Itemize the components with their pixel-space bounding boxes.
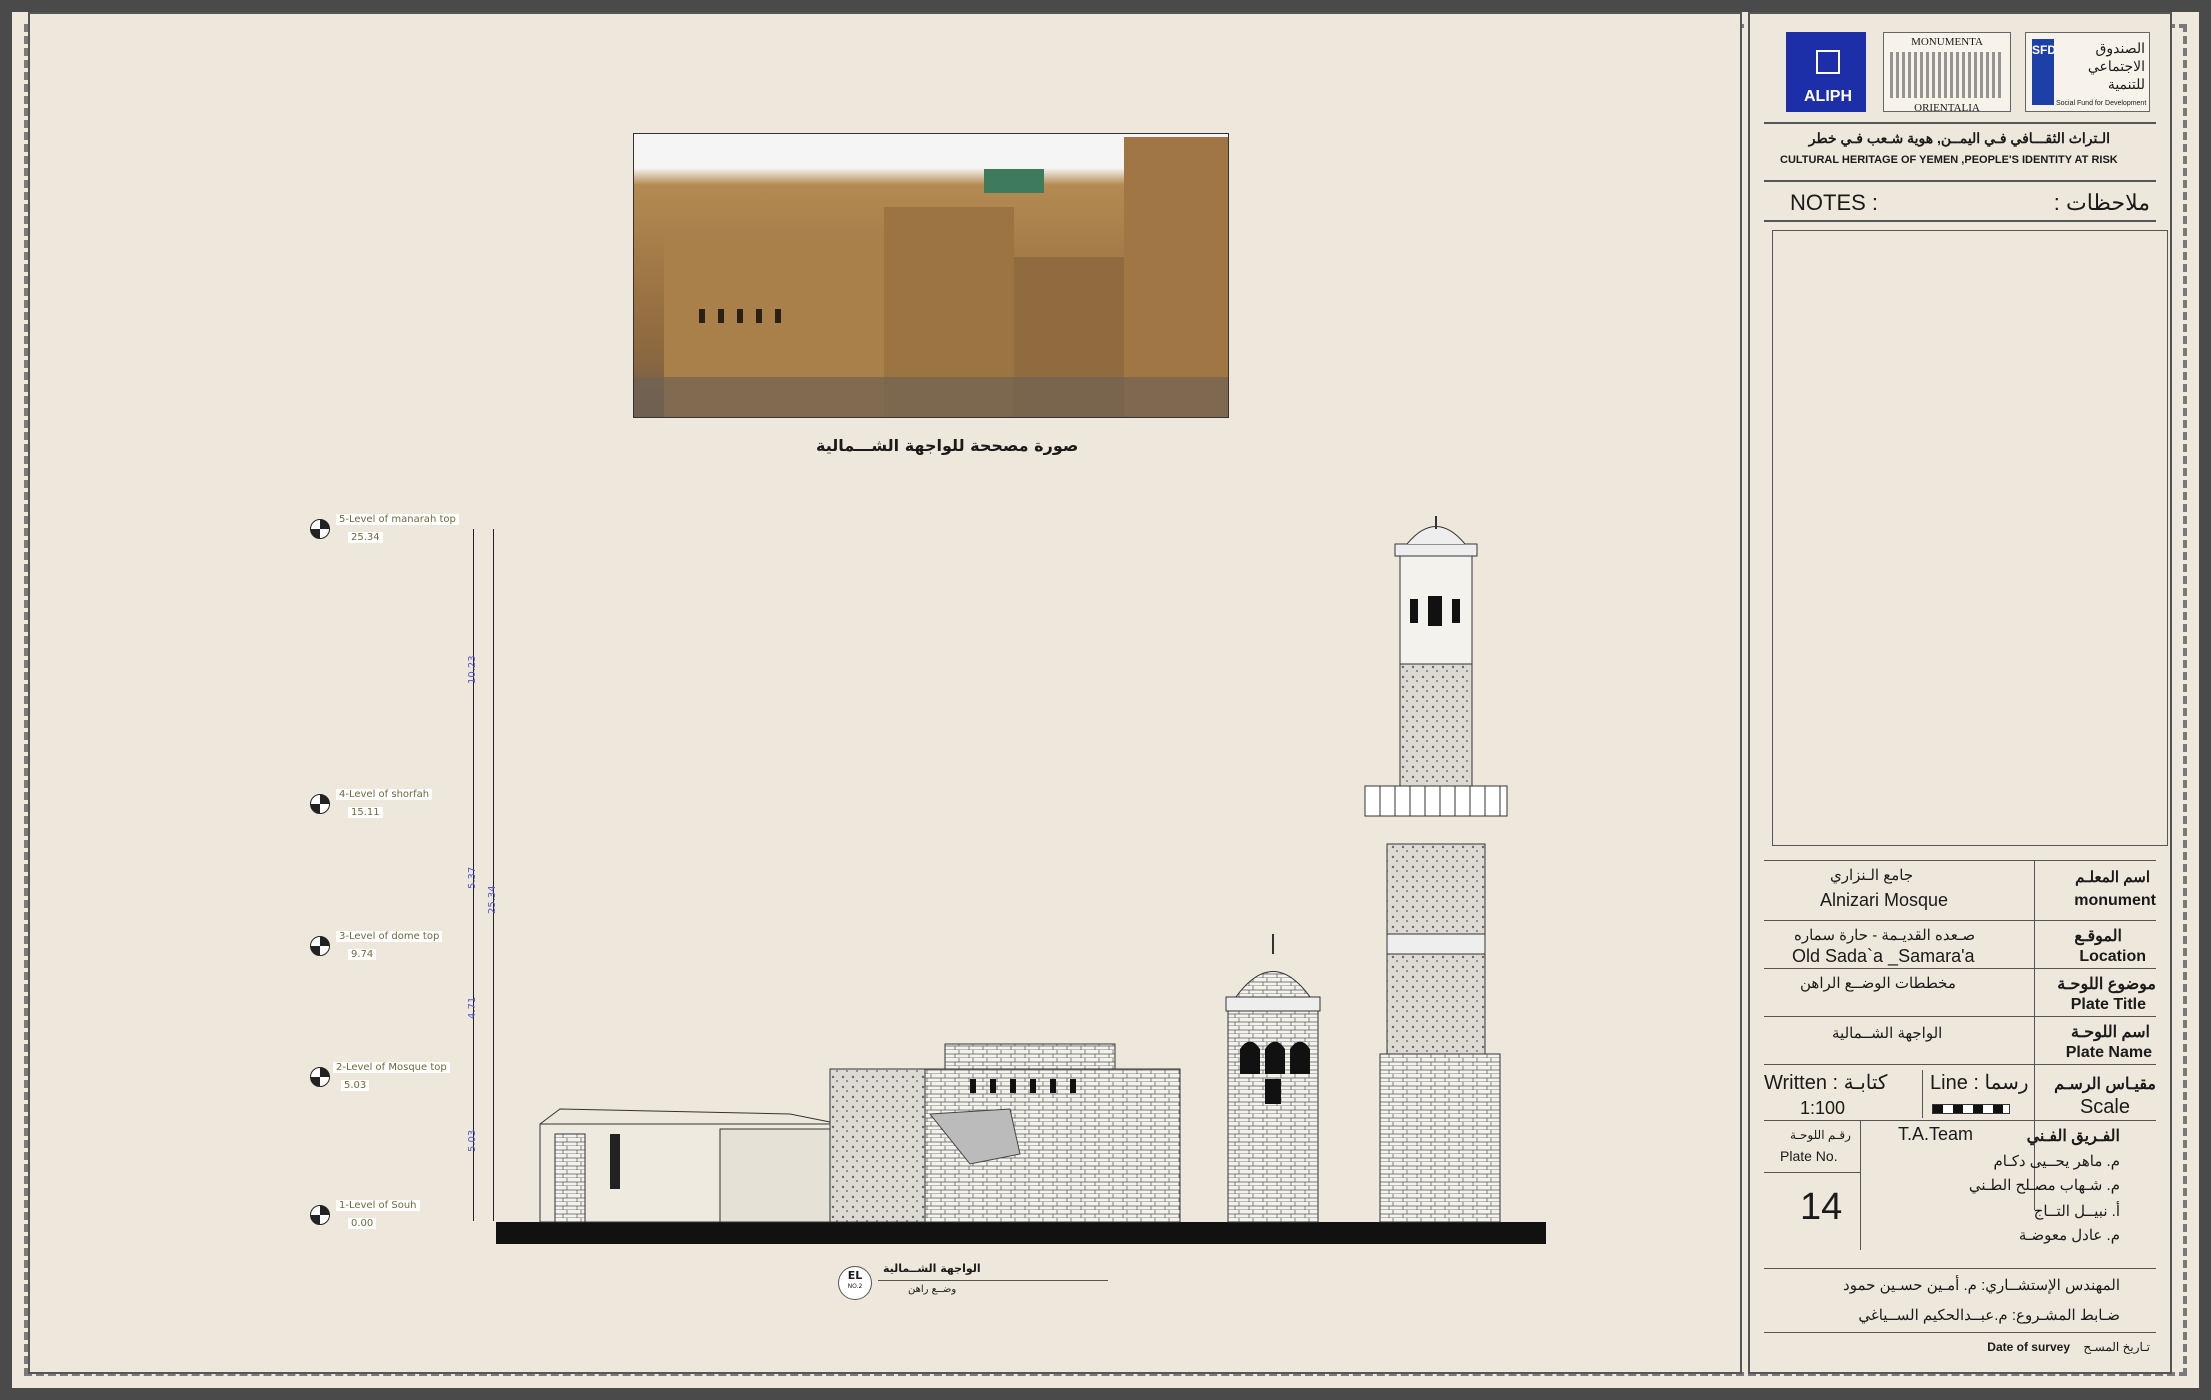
drawing-sheet: صورة مصححة للواجهة الشـــمالية 5-Level o… [28, 12, 1742, 1374]
monument-label-ar: اسم المعلـم [2075, 869, 2150, 886]
plate-name-label-ar: اسم اللوحـة [2071, 1024, 2150, 1041]
plate-number: 14 [1800, 1186, 1843, 1228]
monumenta-logo-top: MONUMENTA [1911, 36, 1983, 48]
team-member-4: م. عادل معوضـة [2018, 1227, 2120, 1244]
survey-date-label-ar: تـاريخ المسـح [2083, 1340, 2150, 1354]
team-member-3: أ. نبيــل التــاج [2033, 1203, 2120, 1220]
team-member-1: م. ماهر يحــيى دكـام [1993, 1153, 2121, 1170]
plate-title-label-en: Plate Title [2070, 996, 2146, 1013]
photo-green-roof [984, 169, 1044, 193]
plate-title-label-ar: موضوع اللوحـة [2057, 976, 2156, 993]
plate-title-value-ar: مخططات الوضــع الراهن [1800, 975, 1956, 992]
rectified-photo [633, 133, 1229, 418]
dim-text-4: 5.03 [467, 1129, 478, 1152]
plate-name-en-label: Plate Name [2065, 1044, 2152, 1061]
photo-caption: صورة مصححة للواجهة الشـــمالية [816, 436, 1079, 455]
monument-value-en: Alnizari Mosque [1820, 890, 1949, 910]
sfd-logo: SFD الصندوق الاجتماعي للتنمية Social Fun… [2025, 32, 2150, 112]
photo-tower [1124, 137, 1228, 417]
sfd-logo-letters: SFD [2032, 39, 2056, 105]
notes-label-en: NOTES : [1790, 190, 1879, 215]
elevation-tag: EL NO.2 الواجهة الشــمالية وضــع راهن [838, 1262, 1118, 1312]
consultant: المهندس الإستشــاري: م. أمـين حسـين حمود [1843, 1277, 2120, 1294]
elevation-subtitle: وضــع راهن [908, 1284, 957, 1295]
monument-label-en: monument [2074, 892, 2156, 909]
dome-block [1227, 1008, 1319, 1223]
photo-rubble [634, 377, 1228, 417]
written-scale-label: Written : كتابـة [1764, 1072, 1888, 1094]
heritage-title-en: CULTURAL HERITAGE OF YEMEN ,PEOPLE'S IDE… [1780, 154, 2118, 166]
scale-label-ar: مقيـاس الرسـم [2054, 1076, 2156, 1093]
location-value-ar: صـعده القديـمة - حارة سماره [1794, 927, 1976, 944]
north-elevation-drawing [496, 516, 1546, 1244]
project-officer: ضـابط المشـروع: م.عبــدالحكيم الســياغي [1858, 1307, 2120, 1324]
plate-no-label-ar: رقـم اللوحـة [1790, 1128, 1851, 1142]
title-block: ALIPH MONUMENTA ORIENTALIA SFD الصندوق ا… [1748, 12, 2172, 1374]
monument-value-ar: جامع الـنزاري [1830, 867, 1914, 884]
team-member-2: م. شـهاب مصـلح الطـني [1968, 1177, 2120, 1194]
dim-text-1: 10.23 [467, 655, 478, 684]
sfd-logo-english: Social Fund for Development [2056, 100, 2147, 107]
line-scale-label: Line : رسما [1930, 1072, 2029, 1094]
dim-text-3: 4.71 [467, 996, 478, 1019]
notes-box [1772, 230, 2168, 846]
elevation-code: EL [847, 1269, 863, 1282]
plate-name-value-ar: الواجهة الشــمالية [1832, 1025, 1943, 1042]
dim-text-2: 5.37 [467, 866, 478, 889]
monumenta-orientalia-logo: MONUMENTA ORIENTALIA [1883, 32, 2011, 114]
minaret-balcony [1364, 785, 1508, 817]
location-label-en: Location [2079, 948, 2146, 965]
heritage-title-ar: الـتراث الثقـــافي فـي اليمــن, هوية شـع… [1808, 130, 2110, 146]
monumenta-logo-bottom: ORIENTALIA [1914, 102, 1980, 114]
aliph-logo: ALIPH [1786, 32, 1866, 112]
minaret-base [1379, 1053, 1501, 1223]
survey-date-label-en: Date of survey [1987, 1340, 2070, 1354]
ground-line [496, 1222, 1546, 1244]
minaret-dome [1406, 526, 1466, 545]
elevation-title: الواجهة الشــمالية [883, 1262, 981, 1275]
team-label-ar: الفـريق الفـني [2026, 1128, 2120, 1145]
location-value-en: Old Sada`a _Samara'a [1792, 946, 1975, 966]
team-label-en: T.A.Team [1898, 1124, 1974, 1144]
plate-no-label-en: Plate No. [1780, 1148, 1838, 1164]
written-scale-value: 1:100 [1800, 1098, 1846, 1118]
aliph-logo-text: ALIPH [1804, 88, 1852, 105]
notes-label-ar: ملاحظات : [2053, 190, 2150, 215]
elevation-number: NO.2 [847, 1283, 863, 1290]
sfd-logo-arabic: الصندوق الاجتماعي للتنمية [2087, 40, 2145, 92]
scale-bar [1932, 1104, 2010, 1114]
scale-label-en: Scale [2079, 1096, 2130, 1118]
location-label-ar: الموقـع [2074, 928, 2122, 945]
